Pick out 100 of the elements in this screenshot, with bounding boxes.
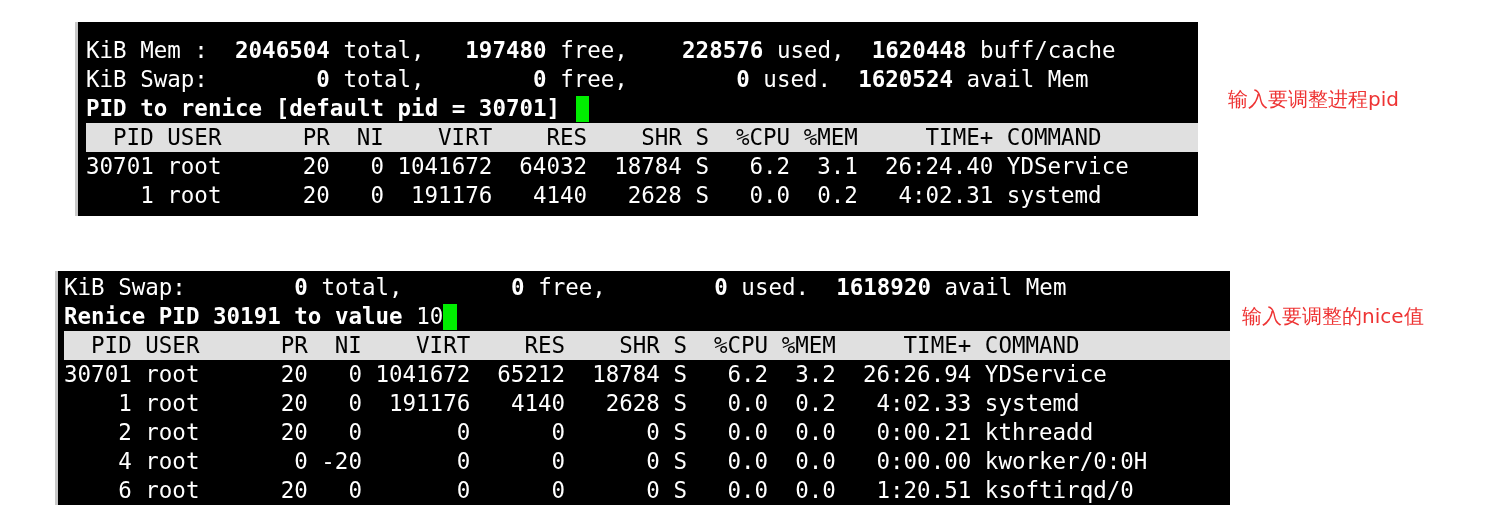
column-header: %MEM [803, 123, 858, 152]
column-header: SHR [618, 331, 660, 360]
column-header: COMMAND [984, 331, 1080, 360]
table-cell-text: 20 [279, 360, 308, 389]
table-cell-text: 0 [550, 418, 566, 447]
table-cell: 30701 [64, 360, 132, 389]
table-cell-text: root [167, 181, 223, 210]
text-cursor [575, 95, 590, 122]
column-header: %MEM [781, 331, 836, 360]
prompt-text: PID to renice [default pid = 30701] [86, 94, 562, 123]
table-cell-text: 1 [117, 389, 132, 418]
table-cell-text: 0 [645, 447, 660, 476]
table-cell-text: 0:00.00 [875, 447, 972, 476]
table-cell-text: 0.0 [726, 447, 769, 476]
table-cell: S [673, 447, 687, 476]
column-header: VIRT [437, 123, 493, 152]
table-cell: YDService [984, 360, 1107, 389]
table-cell-text: 4:02.33 [875, 389, 972, 418]
table-cell-text: 26:24.40 [883, 152, 994, 181]
memory-summary-line: KiB Swap: 0 total, 0 free, 0 used. 1618920 avail Mem [64, 273, 1068, 302]
table-cell: 1041672 [397, 152, 493, 181]
memory-summary-line: KiB Mem : 2046504 total, 197480 free, 228576 used, 1620448 buff/cache [86, 36, 1117, 65]
table-cell-text: 0 [550, 476, 566, 505]
table-cell: 1041672 [375, 360, 471, 389]
column-header: PR [301, 123, 330, 152]
table-cell-text: 0.0 [726, 476, 769, 505]
table-cell-text: root [145, 389, 201, 418]
table-cell-text: 4140 [509, 389, 566, 418]
table-cell-text: 6 [117, 476, 132, 505]
column-header: NI [355, 123, 384, 152]
column-header: PID [90, 331, 132, 360]
table-cell-text: 0 [645, 476, 660, 505]
table-cell-text: 65212 [496, 360, 566, 389]
table-cell-text: 4 [117, 447, 132, 476]
column-header: USER [167, 123, 223, 152]
table-cell-text: 20 [279, 418, 308, 447]
column-header: %CPU [735, 123, 791, 152]
table-cell: systemd [1006, 181, 1102, 210]
table-cell-text: 20 [301, 181, 330, 210]
table-cell-text: root [167, 152, 223, 181]
column-header: RES [545, 123, 588, 152]
table-cell-text: 0 [347, 418, 362, 447]
table-cell: kthreadd [984, 418, 1094, 447]
column-header: NI [333, 331, 362, 360]
text-cursor [443, 303, 457, 330]
table-cell: S [673, 476, 687, 505]
table-cell-text: 0 [369, 181, 384, 210]
annotation-text: 输入要调整的nice值 [1242, 303, 1424, 330]
table-cell-text: 18784 [591, 360, 660, 389]
column-header: PR [279, 331, 308, 360]
table-cell-text: 0 [455, 447, 471, 476]
table-cell: S [673, 360, 687, 389]
table-cell: 30701 [86, 152, 154, 181]
table-cell: ksoftirqd/0 [984, 476, 1134, 505]
table-cell-text: 20 [301, 152, 330, 181]
table-cell: kworker/0:0H [984, 447, 1148, 476]
table-cell-text: 0.0 [726, 389, 769, 418]
table-cell: YDService [1006, 152, 1129, 181]
table-cell-text: 0.2 [816, 181, 858, 210]
table-cell-text: 0 [293, 447, 308, 476]
table-cell-text: 0 [347, 360, 362, 389]
table-cell: -20 [321, 447, 362, 476]
table-cell-text: 0.0 [794, 447, 836, 476]
column-header: S [673, 331, 687, 360]
table-cell-text: 4:02.31 [897, 181, 994, 210]
column-header: TIME+ [902, 331, 972, 360]
table-cell-text: 18784 [613, 152, 682, 181]
table-cell-text: 0.2 [794, 389, 836, 418]
table-cell: systemd [984, 389, 1080, 418]
table-cell-text: 4140 [531, 181, 588, 210]
column-header: COMMAND [1006, 123, 1102, 152]
table-cell-text: 0:00.21 [875, 418, 972, 447]
table-cell-text: 1 [139, 181, 154, 210]
table-cell-text: root [145, 360, 201, 389]
table-cell-text: 6.2 [726, 360, 769, 389]
table-cell-text: 2628 [626, 181, 682, 210]
column-header: USER [145, 331, 201, 360]
table-cell-text: root [145, 476, 201, 505]
annotation-text: 输入要调整进程pid [1228, 86, 1399, 113]
prompt-text: Renice PID 30191 to value [64, 302, 404, 331]
prompt-input[interactable]: 10 [416, 302, 444, 331]
column-header: RES [523, 331, 566, 360]
table-cell-text: 0.0 [748, 181, 791, 210]
table-cell-text: root [145, 418, 201, 447]
table-cell-text: 20 [279, 389, 308, 418]
table-cell-text: root [145, 447, 201, 476]
table-cell-text: 0.0 [794, 476, 836, 505]
table-cell-text: 0 [455, 476, 471, 505]
table-cell-text: 3.1 [816, 152, 858, 181]
table-cell: S [673, 389, 687, 418]
table-cell-text: 0 [550, 447, 566, 476]
table-cell-text: 191176 [410, 181, 493, 210]
table-cell-text: 2628 [604, 389, 660, 418]
table-cell-text: 0 [369, 152, 384, 181]
table-cell-text: 0 [347, 389, 362, 418]
column-header: VIRT [415, 331, 471, 360]
table-cell-text: 2 [117, 418, 132, 447]
table-cell-text: 0.0 [794, 418, 836, 447]
table-cell-text: 64032 [518, 152, 588, 181]
table-cell: S [695, 152, 709, 181]
